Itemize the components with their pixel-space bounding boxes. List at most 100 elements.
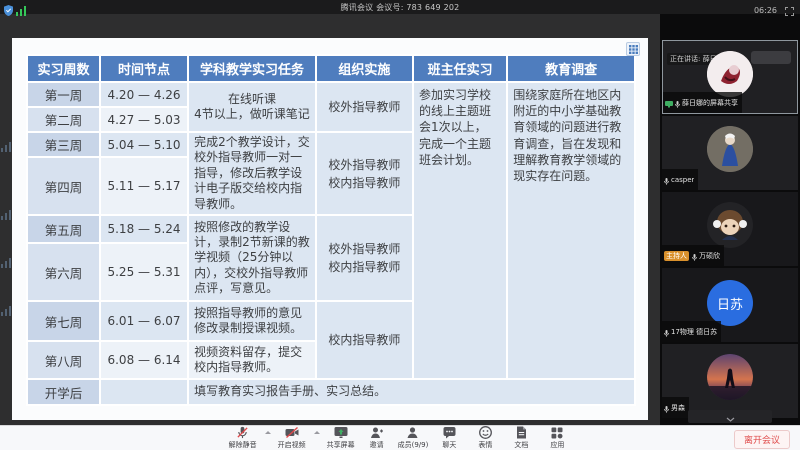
col-header-task: 学科教学实习任务: [188, 55, 316, 82]
avatar: [707, 202, 753, 248]
members-icon: [406, 426, 419, 439]
participant-name: 薛日娜的屏幕共享: [682, 98, 738, 108]
col-header-week: 实习周数: [27, 55, 100, 82]
grid-view-icon[interactable]: [626, 42, 640, 56]
mic-icon: [664, 170, 669, 189]
signal-watermark-icon: [1, 142, 11, 152]
participant-tile[interactable]: 日苏 17物理 德日苏: [662, 268, 798, 342]
chevron-down-icon: [726, 407, 735, 426]
avatar: [707, 51, 753, 97]
tool-label: 开启视频: [278, 440, 306, 450]
sidebar-collapse-button[interactable]: [688, 410, 772, 423]
share-screen-button[interactable]: 共享屏幕: [326, 426, 356, 450]
week-cell: 第五周: [27, 215, 100, 243]
fullscreen-expand-icon[interactable]: [785, 1, 794, 20]
emoji-smiley-icon: [479, 426, 492, 439]
week-cell: 第八周: [27, 341, 100, 379]
week-cell: 开学后: [27, 379, 100, 405]
participant-name: 万硕欣: [699, 251, 720, 261]
start-video-button[interactable]: 开启视频: [277, 426, 307, 450]
chat-button[interactable]: 聊天: [434, 426, 464, 450]
tool-label: 邀请: [370, 440, 384, 450]
mic-off-icon: [236, 426, 249, 439]
col-header-dates: 时间节点: [100, 55, 188, 82]
unmute-button[interactable]: 解除静音: [228, 426, 258, 450]
dates-cell: 4.20 — 4.26: [100, 82, 188, 107]
practicum-schedule-table: 实习周数 时间节点 学科教学实习任务 组织实施 班主任实习 教育调查 第一周 4…: [26, 54, 636, 406]
dates-cell: 6.01 — 6.07: [100, 301, 188, 341]
camera-menu-caret[interactable]: [314, 431, 320, 434]
col-header-survey: 教育调查: [507, 55, 635, 82]
avatar: [707, 126, 753, 172]
mic-icon: [692, 246, 697, 265]
shared-screen-area: 实习周数 时间节点 学科教学实习任务 组织实施 班主任实习 教育调查 第一周 4…: [0, 14, 660, 425]
tool-label: 文档: [514, 440, 528, 450]
participant-tile-speaker[interactable]: 正在讲话: 薛日娜 薛日娜的屏幕共享: [662, 40, 798, 114]
dates-cell: 4.27 — 5.03: [100, 107, 188, 132]
control-bar: 解除静音 开启视频 共享屏幕 邀请: [0, 425, 800, 450]
mic-icon: [664, 322, 669, 341]
participant-name: casper: [671, 176, 694, 184]
apps-grid-icon: [551, 426, 563, 439]
week-cell: 第二周: [27, 107, 100, 132]
col-header-organizer: 组织实施: [316, 55, 413, 82]
screen-share-icon: [665, 93, 673, 112]
dates-cell: 5.11 — 5.17: [100, 157, 188, 215]
table-row: 开学后 填写教育实习报告手册、实习总结。: [27, 379, 635, 405]
presentation-slide: 实习周数 时间节点 学科教学实习任务 组织实施 班主任实习 教育调查 第一周 4…: [12, 38, 648, 420]
meeting-window: 腾讯会议 会议号: 783 649 202 06:26 实: [0, 0, 800, 450]
table-row: 第一周 4.20 — 4.26 在线听课 4节以上，做听课笔记 校外指导教师 参…: [27, 82, 635, 107]
week-cell: 第七周: [27, 301, 100, 341]
week-cell: 第一周: [27, 82, 100, 107]
meeting-title: 腾讯会议 会议号: 783 649 202: [0, 2, 800, 13]
dates-cell: [100, 379, 188, 405]
tool-label: 表情: [478, 440, 492, 450]
mic-icon: [675, 93, 680, 112]
dates-cell: 5.04 — 5.10: [100, 132, 188, 157]
organizer-cell: 校外指导教师 校内指导教师: [316, 215, 413, 301]
invite-button[interactable]: 邀请: [362, 426, 392, 450]
head-teacher-cell: 参加实习学校的线上主题班会1次以上， 完成一个主题班会计划。: [413, 82, 507, 379]
survey-cell: 围绕家庭所在地区内附近的中小学基础教育领域的问题进行教育调查，旨在发现和理解教育…: [507, 82, 635, 379]
week-cell: 第六周: [27, 243, 100, 301]
mic-menu-caret[interactable]: [265, 431, 271, 434]
security-shield-icon: [4, 1, 13, 20]
dates-cell: 6.08 — 6.14: [100, 341, 188, 379]
mic-icon: [664, 398, 669, 417]
meeting-duration: 06:26: [754, 6, 777, 15]
participant-tile-host[interactable]: 主持人 万硕欣: [662, 192, 798, 266]
document-icon: [516, 426, 527, 439]
avatar: 日苏: [707, 280, 753, 326]
tool-label: 解除静音: [229, 440, 257, 450]
week-cell: 第四周: [27, 157, 100, 215]
share-screen-icon: [334, 426, 348, 439]
task-cell: 视频资料留存，提交校内指导教师。: [188, 341, 316, 379]
dates-cell: 5.18 — 5.24: [100, 215, 188, 243]
week-cell: 第三周: [27, 132, 100, 157]
task-cell: 按照指导教师的意见修改录制授课视频。: [188, 301, 316, 341]
task-cell: 在线听课 4节以上，做听课笔记: [188, 82, 316, 132]
avatar: [707, 354, 753, 400]
leave-meeting-button[interactable]: 离开会议: [734, 430, 790, 449]
signal-watermark-icon: [1, 258, 11, 268]
participant-name: 男森: [671, 403, 685, 413]
organizer-cell: 校外指导教师 校内指导教师: [316, 132, 413, 215]
tool-label: 共享屏幕: [327, 440, 355, 450]
participants-sidebar: 正在讲话: 薛日娜 薛日娜的屏幕共享: [660, 14, 800, 425]
docs-button[interactable]: 文档: [506, 426, 536, 450]
apps-button[interactable]: 应用: [542, 426, 572, 450]
reactions-button[interactable]: 表情: [470, 426, 500, 450]
organizer-cell: 校外指导教师: [316, 82, 413, 132]
signal-watermark-icon: [1, 210, 11, 220]
chat-icon: [443, 426, 456, 439]
tool-label: 成员(9/9): [398, 440, 429, 450]
col-header-head-teacher: 班主任实习: [413, 55, 507, 82]
tool-label: 应用: [550, 440, 564, 450]
members-button[interactable]: 成员(9/9): [398, 426, 429, 450]
participant-name: 17物理 德日苏: [671, 327, 717, 337]
task-cell: 填写教育实习报告手册、实习总结。: [188, 379, 635, 405]
camera-off-icon: [285, 426, 299, 439]
top-bar: 腾讯会议 会议号: 783 649 202 06:26: [0, 0, 800, 14]
organizer-cell: 校内指导教师: [316, 301, 413, 379]
participant-tile[interactable]: casper: [662, 116, 798, 190]
